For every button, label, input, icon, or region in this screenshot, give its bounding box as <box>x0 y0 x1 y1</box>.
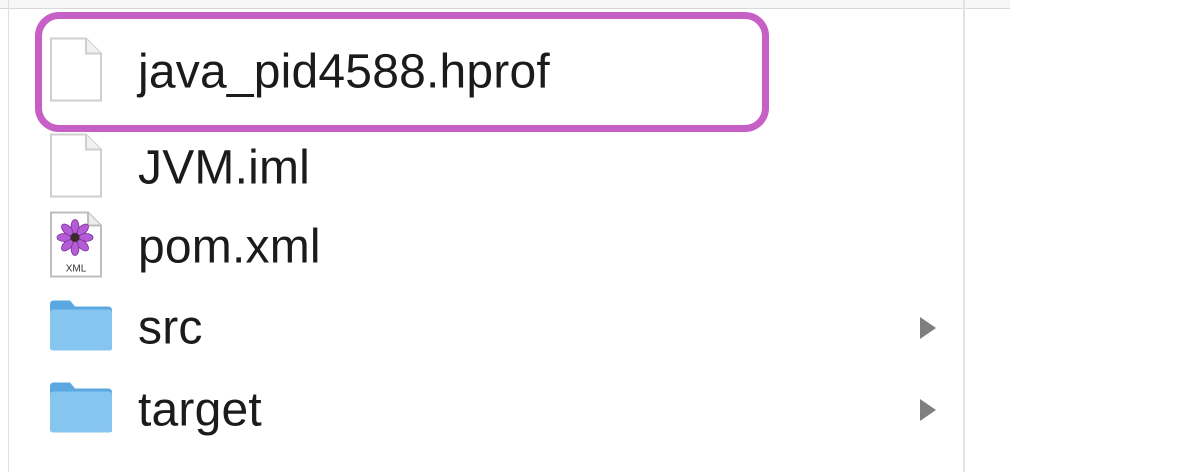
file-name: JVM.iml <box>138 141 311 195</box>
folder-name: src <box>138 301 203 355</box>
column-left-edge <box>8 0 9 472</box>
file-row-jvm-iml[interactable]: JVM.iml <box>40 128 955 208</box>
file-name: pom.xml <box>138 220 321 274</box>
folder-row-target[interactable]: target <box>40 370 955 450</box>
disclosure-arrow-icon[interactable] <box>920 317 936 339</box>
file-row-pom-xml[interactable]: XML pom.xml <box>40 207 955 287</box>
xml-badge: XML <box>66 264 87 275</box>
column-divider[interactable] <box>963 0 965 472</box>
folder-row-src[interactable]: src <box>40 288 955 368</box>
finder-column: java_pid4588.hprof JVM.iml XML pom.xml s… <box>0 0 1010 472</box>
folder-name: target <box>138 383 262 437</box>
annotation-highlight-box <box>35 12 769 132</box>
folder-icon <box>48 381 114 440</box>
xml-file-icon: XML <box>48 211 104 284</box>
folder-icon <box>48 299 114 358</box>
column-top-edge <box>0 0 1010 9</box>
document-icon <box>48 133 104 204</box>
disclosure-arrow-icon[interactable] <box>920 399 936 421</box>
